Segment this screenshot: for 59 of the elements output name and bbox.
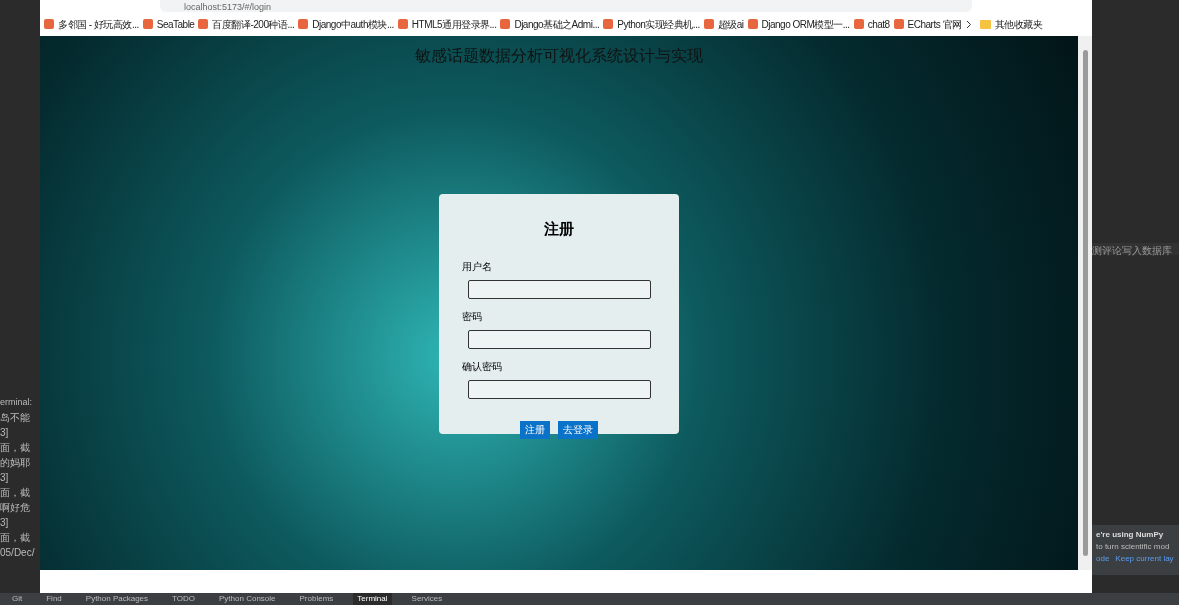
field-label: 密码	[462, 309, 483, 324]
terminal-label: erminal:	[0, 396, 33, 409]
favicon-icon	[198, 19, 209, 29]
notification-title: e're using NumPy	[1096, 529, 1165, 541]
favicon-icon	[893, 19, 904, 29]
tool-tab[interactable]: Python Packages	[81, 593, 153, 605]
tool-tab[interactable]: Services	[407, 593, 447, 605]
terminal-line: 面，截	[0, 486, 31, 500]
bookmark-link[interactable]: chat8	[853, 16, 890, 32]
terminal-line: 面，截	[0, 441, 31, 455]
notification-link[interactable]: ode	[1096, 553, 1110, 565]
form-button[interactable]: 去登录	[558, 420, 598, 439]
tool-tab[interactable]: Python Console	[215, 593, 280, 605]
form-button[interactable]: 注册	[520, 420, 550, 439]
bookmark-link[interactable]: Django ORM模型一...	[747, 16, 850, 32]
tool-tab[interactable]: Git	[8, 593, 27, 605]
bookmark-link[interactable]: Django基础之Admi...	[500, 16, 600, 32]
favicon-icon	[142, 19, 153, 29]
tool-tab[interactable]: Find	[42, 593, 66, 605]
input-field[interactable]	[468, 279, 651, 299]
bookmark-folder[interactable]: 其他收藏夹	[979, 16, 1042, 32]
bookmark-link[interactable]: 百度翻译-200种语...	[198, 16, 295, 32]
bookmark-link[interactable]: Django中auth模块...	[298, 16, 394, 32]
terminal-line: 岛不能	[0, 411, 31, 425]
terminal-line: 3]	[0, 426, 10, 440]
input-field[interactable]	[468, 329, 651, 349]
terminal-line: 面，截	[0, 531, 31, 545]
tool-tab[interactable]: Problems	[295, 593, 338, 605]
terminal-line: 05/Dec/	[0, 546, 36, 560]
notification-link[interactable]: Keep current lay	[1115, 553, 1174, 565]
bookmark-link[interactable]: HTML5通用登录界...	[397, 16, 497, 32]
folder-icon	[979, 19, 991, 29]
terminal-line: 啊好危	[0, 501, 31, 515]
input-field[interactable]	[468, 379, 651, 399]
field-label: 用户名	[462, 259, 493, 274]
field-label: 确认密码	[462, 359, 503, 374]
form-heading: 注册	[544, 219, 574, 239]
tool-tab[interactable]: Terminal	[353, 593, 392, 605]
bookmark-link[interactable]: 超级ai	[703, 16, 744, 32]
tool-tab[interactable]: TODO	[168, 593, 200, 605]
terminal-line: 3]	[0, 516, 10, 530]
favicon-icon	[500, 19, 511, 29]
favicon-icon	[747, 19, 758, 29]
terminal-line: 的妈耶	[0, 456, 31, 470]
favicon-icon	[603, 19, 614, 29]
favicon-icon	[703, 19, 714, 29]
notification-text: to turn scientific mod	[1096, 541, 1171, 553]
favicon-icon	[298, 19, 309, 29]
bookmark-link[interactable]: 多邻国 - 好玩高效...	[44, 16, 139, 32]
favicon-icon	[853, 19, 864, 29]
scrollbar[interactable]	[1078, 36, 1092, 570]
favicon-icon	[397, 19, 408, 29]
chevron-icon[interactable]	[965, 19, 972, 29]
bookmark-link[interactable]: SeaTable	[142, 16, 195, 32]
favicon-icon	[44, 19, 54, 29]
terminal-line: 3]	[0, 471, 10, 485]
bookmark-link[interactable]: ECharts 官网	[893, 16, 962, 32]
address-bar[interactable]: localhost:5173/#/login	[160, 0, 972, 12]
bookmark-link[interactable]: Python实现经典机...	[603, 16, 700, 32]
